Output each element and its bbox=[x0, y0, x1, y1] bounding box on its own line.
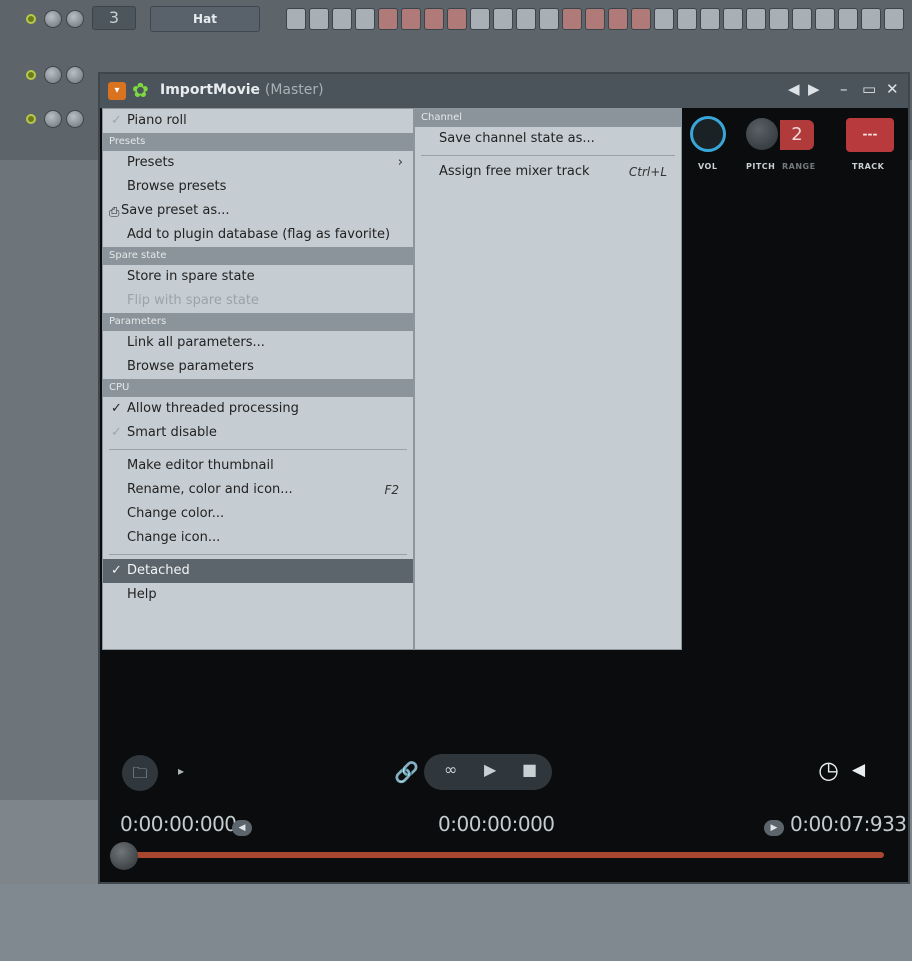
workspace-background bbox=[0, 884, 912, 961]
next-arrow-icon[interactable]: ▶ bbox=[808, 80, 820, 98]
playhead-handle[interactable] bbox=[110, 842, 138, 870]
minimize-icon[interactable]: – bbox=[840, 80, 848, 98]
play-icon[interactable]: ▶ bbox=[484, 760, 496, 779]
pan-knob[interactable] bbox=[44, 110, 62, 128]
previous-arrow-icon[interactable]: ◀ bbox=[788, 80, 800, 98]
menu-item-browse-parameters[interactable]: Browse parameters bbox=[103, 355, 413, 379]
step-sequencer[interactable] bbox=[286, 8, 904, 30]
channel-led[interactable] bbox=[26, 70, 36, 80]
options-menu: Piano roll Presets Presets › Browse pres… bbox=[102, 108, 414, 650]
menu-item-smart-disable[interactable]: Smart disable bbox=[103, 421, 413, 445]
volume-knob[interactable] bbox=[66, 10, 84, 28]
range-label: RANGE bbox=[782, 162, 816, 171]
timeline-bar[interactable] bbox=[124, 852, 884, 858]
menu-item-presets[interactable]: Presets › bbox=[103, 151, 413, 175]
pan-knob[interactable] bbox=[44, 66, 62, 84]
menu-item-allow-threaded[interactable]: Allow threaded processing bbox=[103, 397, 413, 421]
menu-item-detached[interactable]: Detached bbox=[103, 559, 413, 583]
gear-icon: ✿ bbox=[132, 78, 149, 102]
menu-item-save-channel-state[interactable]: Save channel state as... bbox=[415, 127, 681, 151]
channel-submenu: Channel Save channel state as... Assign … bbox=[414, 108, 682, 650]
chevron-right-icon: › bbox=[397, 155, 403, 170]
set-start-button[interactable]: ◀ bbox=[232, 820, 252, 836]
vol-knob[interactable] bbox=[690, 116, 726, 152]
pitch-label: PITCH bbox=[746, 162, 776, 171]
end-time: 0:00:07:933 bbox=[790, 812, 907, 836]
menu-header-presets: Presets bbox=[103, 133, 413, 151]
menu-item-change-icon[interactable]: Change icon... bbox=[103, 526, 413, 550]
window-menu-button[interactable]: ▾ bbox=[108, 82, 126, 100]
current-time: 0:00:00:000 bbox=[438, 812, 555, 836]
channel-led[interactable] bbox=[26, 114, 36, 124]
save-preset-icon: ⎙ bbox=[109, 205, 120, 220]
mixer-track-selector[interactable]: --- bbox=[846, 118, 894, 152]
menu-item-help[interactable]: Help bbox=[103, 583, 413, 607]
channel-led[interactable] bbox=[26, 14, 36, 24]
menu-item-piano-roll[interactable]: Piano roll bbox=[103, 109, 413, 133]
start-time: 0:00:00:000 bbox=[120, 812, 237, 836]
menu-separator bbox=[109, 449, 407, 450]
menu-header-parameters: Parameters bbox=[103, 313, 413, 331]
volume-knob[interactable] bbox=[66, 66, 84, 84]
stop-icon[interactable]: ■ bbox=[522, 760, 537, 779]
speaker-icon[interactable]: ◀ bbox=[852, 760, 865, 780]
transport-controls: ∞ ▶ ■ bbox=[424, 754, 552, 790]
menu-item-label: Save preset as... bbox=[121, 203, 230, 218]
play-small-icon[interactable]: ▸ bbox=[178, 764, 184, 778]
menu-item-add-plugin-database[interactable]: Add to plugin database (flag as favorite… bbox=[103, 223, 413, 247]
link-icon[interactable]: 🔗 bbox=[394, 760, 419, 784]
shortcut-label: Ctrl+L bbox=[628, 165, 667, 179]
window-subtitle: (Master) bbox=[264, 82, 324, 98]
menu-item-change-color[interactable]: Change color... bbox=[103, 502, 413, 526]
clock-icon[interactable]: ◷ bbox=[818, 756, 839, 784]
shortcut-label: F2 bbox=[384, 483, 399, 497]
menu-item-make-thumbnail[interactable]: Make editor thumbnail bbox=[103, 454, 413, 478]
vol-label: VOL bbox=[698, 162, 718, 171]
menu-item-save-preset[interactable]: ⎙ Save preset as... bbox=[103, 199, 413, 223]
pan-knob[interactable] bbox=[44, 10, 62, 28]
maximize-icon[interactable]: ▭ bbox=[862, 80, 876, 98]
range-display[interactable]: 2 bbox=[780, 120, 814, 150]
menu-item-label: Presets bbox=[127, 155, 175, 170]
menu-item-store-spare-state[interactable]: Store in spare state bbox=[103, 265, 413, 289]
folder-icon: 🗀 bbox=[132, 764, 148, 782]
close-icon[interactable]: ✕ bbox=[886, 80, 899, 98]
menu-separator bbox=[421, 155, 675, 156]
channel-name-button[interactable]: Hat bbox=[150, 6, 260, 32]
menu-item-browse-presets[interactable]: Browse presets bbox=[103, 175, 413, 199]
menu-item-link-parameters[interactable]: Link all parameters... bbox=[103, 331, 413, 355]
track-label: TRACK bbox=[852, 162, 885, 171]
window-title-text: ImportMovie bbox=[160, 82, 261, 98]
menu-item-assign-mixer-track[interactable]: Assign free mixer track Ctrl+L bbox=[415, 160, 681, 184]
menu-header-cpu: CPU bbox=[103, 379, 413, 397]
window-titlebar[interactable]: ▾ ✿ ImportMovie (Master) ◀ ▶ – ▭ ✕ bbox=[100, 74, 908, 108]
open-file-button[interactable]: 🗀 bbox=[122, 755, 158, 791]
menu-item-label: Assign free mixer track bbox=[439, 164, 590, 179]
channel-row[interactable]: 3 Hat bbox=[0, 4, 912, 32]
menu-item-label: Rename, color and icon... bbox=[127, 482, 293, 497]
channel-number[interactable]: 3 bbox=[92, 6, 136, 30]
menu-item-rename[interactable]: Rename, color and icon... F2 bbox=[103, 478, 413, 502]
menu-header-spare-state: Spare state bbox=[103, 247, 413, 265]
volume-knob[interactable] bbox=[66, 110, 84, 128]
set-end-button[interactable]: ▶ bbox=[764, 820, 784, 836]
channel-controls: 2 --- VOL PITCH RANGE TRACK bbox=[686, 110, 908, 186]
menu-separator bbox=[109, 554, 407, 555]
menu-header-channel: Channel bbox=[415, 109, 681, 127]
menu-item-flip-spare-state: Flip with spare state bbox=[127, 293, 259, 308]
pitch-knob[interactable] bbox=[746, 118, 778, 150]
window-title: ImportMovie (Master) bbox=[160, 82, 324, 98]
loop-icon[interactable]: ∞ bbox=[444, 760, 457, 779]
rack-side-panel bbox=[0, 160, 100, 800]
